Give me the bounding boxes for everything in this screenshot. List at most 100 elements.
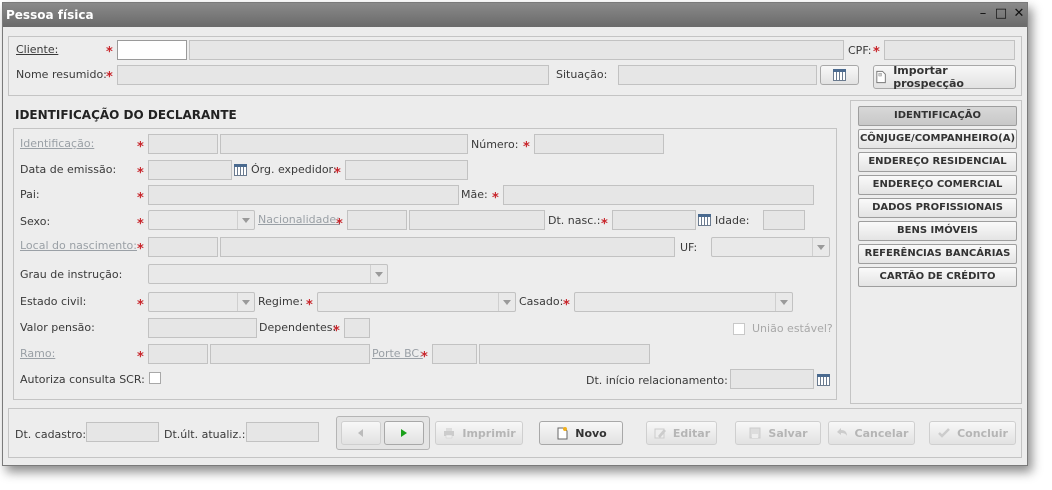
nome-resumido-label: Nome resumido: bbox=[16, 68, 107, 81]
novo-button[interactable]: Novo bbox=[539, 421, 623, 445]
menu-endereco-comercial[interactable]: ENDEREÇO COMERCIAL bbox=[858, 175, 1017, 195]
check-icon bbox=[938, 428, 950, 438]
menu-endereco-residencial[interactable]: ENDEREÇO RESIDENCIAL bbox=[858, 152, 1017, 172]
dt-inicio-field bbox=[730, 369, 814, 389]
estado-civil-label: Estado civil: bbox=[20, 295, 87, 308]
local-nascimento-desc-field bbox=[220, 237, 675, 257]
menu-dados-profissionais[interactable]: DADOS PROFISSIONAIS bbox=[858, 198, 1017, 218]
save-icon bbox=[749, 427, 761, 439]
regime-label: Regime: bbox=[258, 295, 304, 308]
required-marker: * bbox=[306, 298, 313, 313]
uf-select[interactable] bbox=[711, 237, 830, 257]
autoriza-scr-checkbox[interactable] bbox=[149, 372, 161, 384]
window-title: Pessoa física bbox=[6, 8, 94, 22]
cliente-code-input[interactable] bbox=[117, 40, 187, 60]
importar-prospeccao-button[interactable]: Importar prospecção bbox=[873, 64, 1016, 90]
cpf-label: CPF: bbox=[848, 44, 872, 57]
autoriza-scr-label: Autoriza consulta SCR: bbox=[20, 373, 145, 386]
regime-select[interactable] bbox=[317, 292, 516, 312]
calendar-icon[interactable] bbox=[698, 214, 711, 226]
editar-label: Editar bbox=[672, 426, 711, 440]
identificacao-code-field bbox=[148, 134, 218, 154]
local-nascimento-label[interactable]: Local do nascimento: bbox=[20, 239, 137, 252]
pai-label: Pai: bbox=[20, 188, 40, 201]
required-marker: * bbox=[106, 45, 113, 60]
required-marker: * bbox=[336, 217, 343, 232]
cancelar-label: Cancelar bbox=[854, 426, 909, 440]
concluir-button[interactable]: Concluir bbox=[929, 421, 1016, 445]
arrow-left-icon bbox=[358, 429, 363, 437]
required-marker: * bbox=[601, 217, 608, 232]
dependentes-label: Dependentes: bbox=[259, 321, 337, 334]
imprimir-label: Imprimir bbox=[462, 426, 516, 440]
required-marker: * bbox=[523, 140, 530, 155]
nacionalidade-label[interactable]: Nacionalidade: bbox=[258, 213, 340, 226]
menu-conjuge[interactable]: CÔNJUGE/COMPANHEIRO(A) bbox=[858, 129, 1017, 149]
chevron-down-icon bbox=[775, 293, 792, 311]
grau-instrucao-label: Grau de instrução: bbox=[20, 268, 123, 281]
estado-civil-select[interactable] bbox=[148, 292, 255, 312]
mae-label: Mãe: bbox=[461, 188, 488, 201]
sexo-select[interactable] bbox=[148, 210, 255, 230]
chevron-down-icon bbox=[812, 238, 829, 256]
menu-bens-imoveis[interactable]: BENS IMÓVEIS bbox=[858, 221, 1017, 241]
situacao-label: Situação: bbox=[556, 68, 608, 81]
required-marker: * bbox=[137, 298, 144, 313]
editar-button[interactable]: Editar bbox=[646, 421, 717, 445]
cancelar-button[interactable]: Cancelar bbox=[828, 421, 915, 445]
close-icon[interactable]: ✕ bbox=[1012, 6, 1026, 22]
calendar-icon[interactable] bbox=[817, 374, 830, 386]
minimize-icon[interactable]: – bbox=[976, 6, 990, 22]
valor-pensao-label: Valor pensão: bbox=[20, 321, 95, 334]
dt-nasc-label: Dt. nasc.: bbox=[548, 214, 601, 227]
porte-bc-label[interactable]: Porte BC: bbox=[372, 347, 423, 360]
required-marker: * bbox=[873, 45, 880, 60]
required-marker: * bbox=[492, 191, 499, 206]
grau-instrucao-select[interactable] bbox=[148, 264, 388, 284]
section-title: IDENTIFICAÇÃO DO DECLARANTE bbox=[15, 108, 237, 122]
casado-label: Casado: bbox=[519, 295, 564, 308]
data-emissao-field bbox=[148, 160, 232, 180]
numero-label: Número: bbox=[471, 138, 519, 151]
dt-inicio-label: Dt. início relacionamento: bbox=[586, 374, 728, 387]
dependentes-field bbox=[344, 318, 370, 338]
chevron-down-icon bbox=[498, 293, 515, 311]
pai-field bbox=[148, 185, 459, 205]
org-expedidor-field bbox=[345, 160, 468, 180]
menu-referencias-bancarias[interactable]: REFERÊNCIAS BANCÁRIAS bbox=[858, 244, 1017, 264]
salvar-button[interactable]: Salvar bbox=[735, 421, 821, 445]
data-emissao-label: Data de emissão: bbox=[20, 163, 117, 176]
porte-bc-code-field bbox=[432, 344, 477, 364]
required-marker: * bbox=[137, 217, 144, 232]
uniao-estavel-checkbox[interactable] bbox=[733, 323, 745, 335]
mae-field bbox=[503, 185, 814, 205]
importar-label: Importar prospecção bbox=[893, 64, 964, 90]
required-marker: * bbox=[563, 298, 570, 313]
identificacao-label[interactable]: Identificação: bbox=[20, 137, 94, 150]
sexo-label: Sexo: bbox=[20, 215, 51, 228]
cliente-label[interactable]: Cliente: bbox=[16, 43, 58, 56]
previous-button[interactable] bbox=[341, 421, 381, 445]
uniao-estavel-label: União estável? bbox=[752, 322, 833, 335]
calendar-icon[interactable] bbox=[234, 164, 247, 176]
required-marker: * bbox=[137, 191, 144, 206]
imprimir-button[interactable]: Imprimir bbox=[435, 421, 523, 445]
required-marker: * bbox=[333, 324, 340, 339]
edit-icon bbox=[654, 428, 666, 439]
maximize-icon[interactable]: □ bbox=[994, 6, 1008, 22]
nacionalidade-desc-field bbox=[409, 210, 545, 230]
dt-cadastro-field bbox=[86, 422, 159, 442]
ramo-label[interactable]: Ramo: bbox=[20, 347, 55, 360]
nome-resumido-field bbox=[117, 65, 549, 85]
casado-select[interactable] bbox=[574, 292, 793, 312]
menu-cartao-credito[interactable]: CARTÃO DE CRÉDITO bbox=[858, 267, 1017, 287]
org-expedidor-label: Órg. expedidor: bbox=[251, 163, 337, 176]
next-button[interactable] bbox=[384, 421, 424, 445]
valor-pensao-field bbox=[148, 318, 257, 338]
menu-identificacao[interactable]: IDENTIFICAÇÃO bbox=[858, 106, 1017, 126]
document-icon bbox=[876, 70, 886, 84]
situacao-field bbox=[618, 65, 817, 85]
cliente-name-field bbox=[189, 40, 844, 60]
printer-icon bbox=[444, 428, 455, 439]
situacao-lookup-button[interactable] bbox=[820, 65, 859, 85]
